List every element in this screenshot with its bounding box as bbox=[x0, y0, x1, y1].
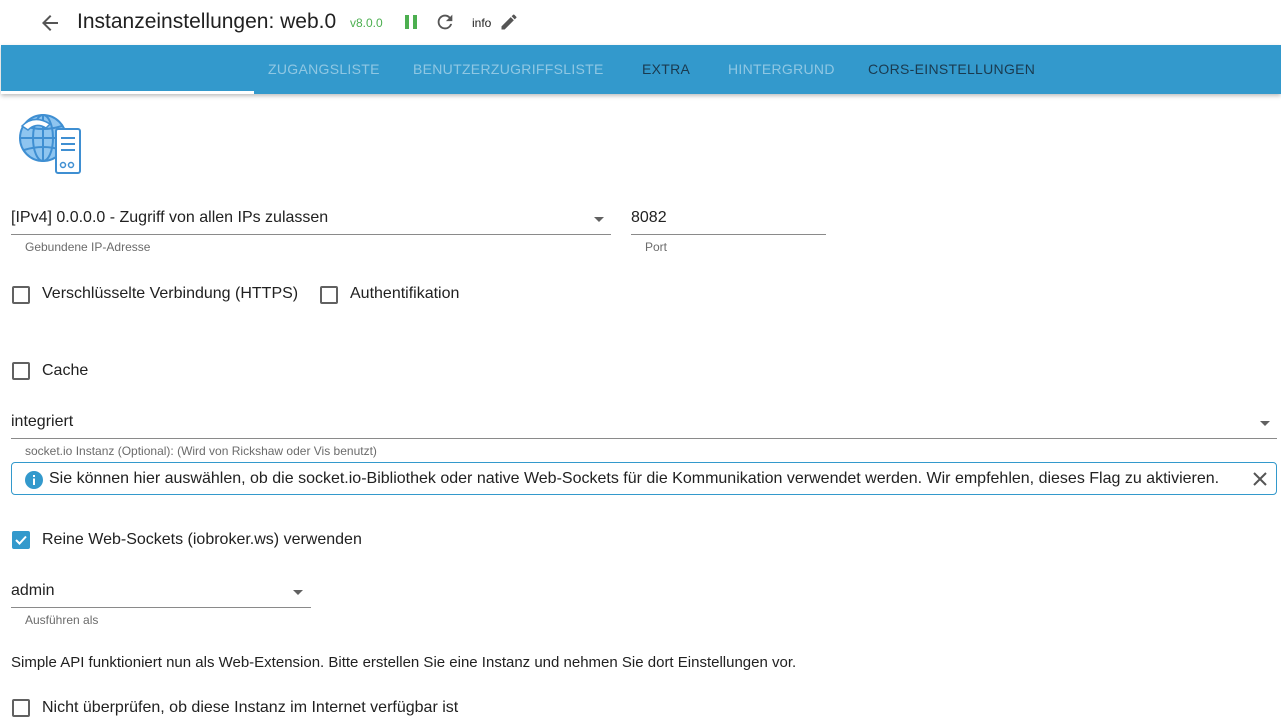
socketio-select-label: socket.io Instanz (Optional): (Wird von … bbox=[25, 444, 377, 458]
run-as-label: Ausführen als bbox=[25, 613, 99, 627]
socketio-select-value: integriert bbox=[11, 413, 74, 430]
tab-hintergrund[interactable]: Hintergrund bbox=[728, 45, 835, 94]
auth-label: Authentifikation bbox=[350, 285, 460, 302]
info-alert-text: Sie können hier auswählen, ob die socket… bbox=[49, 470, 1220, 487]
dropdown-arrow-icon bbox=[594, 217, 604, 222]
port-value: 8082 bbox=[631, 209, 667, 226]
https-label: Verschlüsselte Verbindung (HTTPS) bbox=[42, 285, 299, 302]
simple-api-note: Simple API funktioniert nun als Web-Exte… bbox=[11, 654, 797, 671]
tab-bar: Zugangsliste Benutzerzugriffsliste Extra… bbox=[1, 45, 1281, 94]
check-icon bbox=[15, 535, 27, 545]
cache-label: Cache bbox=[42, 362, 89, 379]
version-badge: v8.0.0 bbox=[350, 16, 383, 30]
info-icon bbox=[25, 471, 43, 489]
no-check-label: Nicht überprüfen, ob diese Instanz im In… bbox=[42, 699, 459, 716]
bind-select-label: Gebundene IP-Adresse bbox=[25, 240, 151, 254]
bind-select[interactable]: [IPv4] 0.0.0.0 - Zugriff von allen IPs z… bbox=[11, 209, 611, 257]
dropdown-arrow-icon bbox=[1260, 421, 1270, 426]
loglevel-label: info bbox=[472, 16, 492, 30]
edit-icon[interactable] bbox=[499, 12, 519, 32]
socketio-select[interactable]: integriert socket.io Instanz (Optional):… bbox=[11, 413, 1277, 461]
header-bar: Instanzeinstellungen: web.0 v8.0.0 info bbox=[0, 0, 1281, 45]
web-adapter-logo bbox=[19, 114, 81, 174]
auth-checkbox[interactable] bbox=[320, 286, 338, 304]
tab-indicator bbox=[1, 91, 254, 94]
tab-cors-einstellungen[interactable]: CORS-Einstellungen bbox=[868, 45, 1035, 94]
port-label: Port bbox=[645, 240, 668, 254]
arrow-back-icon[interactable] bbox=[38, 11, 62, 35]
reload-icon[interactable] bbox=[434, 11, 456, 33]
tab-benutzerzugriffsliste[interactable]: Benutzerzugriffsliste bbox=[413, 45, 604, 94]
bind-select-value: [IPv4] 0.0.0.0 - Zugriff von allen IPs z… bbox=[11, 209, 329, 226]
no-check-checkbox[interactable] bbox=[12, 699, 30, 717]
tab-zugangsliste[interactable]: Zugangsliste bbox=[268, 45, 380, 94]
https-checkbox[interactable] bbox=[12, 286, 30, 304]
page-title: Instanzeinstellungen: web.0 bbox=[77, 10, 337, 33]
port-field[interactable]: 8082 Port bbox=[631, 209, 826, 257]
close-icon[interactable] bbox=[1250, 469, 1270, 489]
run-as-select[interactable]: admin Ausführen als bbox=[11, 582, 311, 630]
info-alert: Sie können hier auswählen, ob die socket… bbox=[11, 462, 1277, 495]
pause-icon[interactable] bbox=[402, 13, 420, 31]
websockets-checkbox[interactable] bbox=[12, 531, 30, 549]
dropdown-arrow-icon bbox=[293, 590, 303, 595]
cache-checkbox[interactable] bbox=[12, 362, 30, 380]
run-as-value: admin bbox=[11, 582, 55, 599]
tab-extra[interactable]: Extra bbox=[642, 45, 690, 94]
websockets-label: Reine Web-Sockets (iobroker.ws) verwende… bbox=[42, 531, 362, 548]
